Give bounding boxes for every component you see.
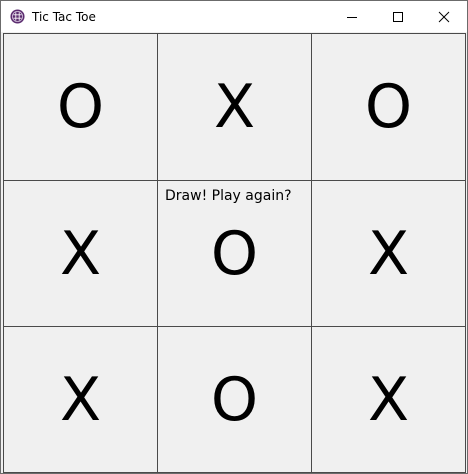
maximize-icon — [393, 11, 403, 22]
cell-mark: X — [59, 218, 102, 289]
minimize-icon — [347, 16, 357, 18]
close-icon — [438, 11, 450, 22]
cell-mark: O — [210, 364, 259, 435]
window-title: Tic Tac Toe — [32, 10, 96, 24]
board-cell-r3c2[interactable]: O — [157, 326, 312, 473]
cell-mark: X — [367, 218, 410, 289]
board-cell-r2c1[interactable]: X — [3, 180, 158, 327]
game-board: O X O X O X X O X — [3, 33, 466, 473]
board-cell-r3c3[interactable]: X — [311, 326, 466, 473]
minimize-button[interactable] — [329, 1, 375, 32]
game-window: Tic Tac Toe O X O X O X X O X Draw! Play… — [0, 0, 468, 474]
board-cell-r1c1[interactable]: O — [3, 33, 158, 181]
cell-mark: O — [210, 218, 259, 289]
cell-mark: X — [213, 72, 256, 142]
board-cell-r1c3[interactable]: O — [311, 33, 466, 181]
maximize-button[interactable] — [375, 1, 421, 32]
board-cell-r1c2[interactable]: X — [157, 33, 312, 181]
title-bar[interactable]: Tic Tac Toe — [1, 1, 467, 32]
game-app-icon — [10, 9, 25, 24]
board-cell-r2c3[interactable]: X — [311, 180, 466, 327]
close-button[interactable] — [421, 1, 467, 32]
game-status-message[interactable]: Draw! Play again? — [165, 188, 292, 205]
cell-mark: X — [59, 364, 102, 435]
cell-mark: X — [367, 364, 410, 435]
cell-mark: O — [364, 72, 413, 142]
cell-mark: O — [56, 72, 105, 142]
board-cell-r3c1[interactable]: X — [3, 326, 158, 473]
